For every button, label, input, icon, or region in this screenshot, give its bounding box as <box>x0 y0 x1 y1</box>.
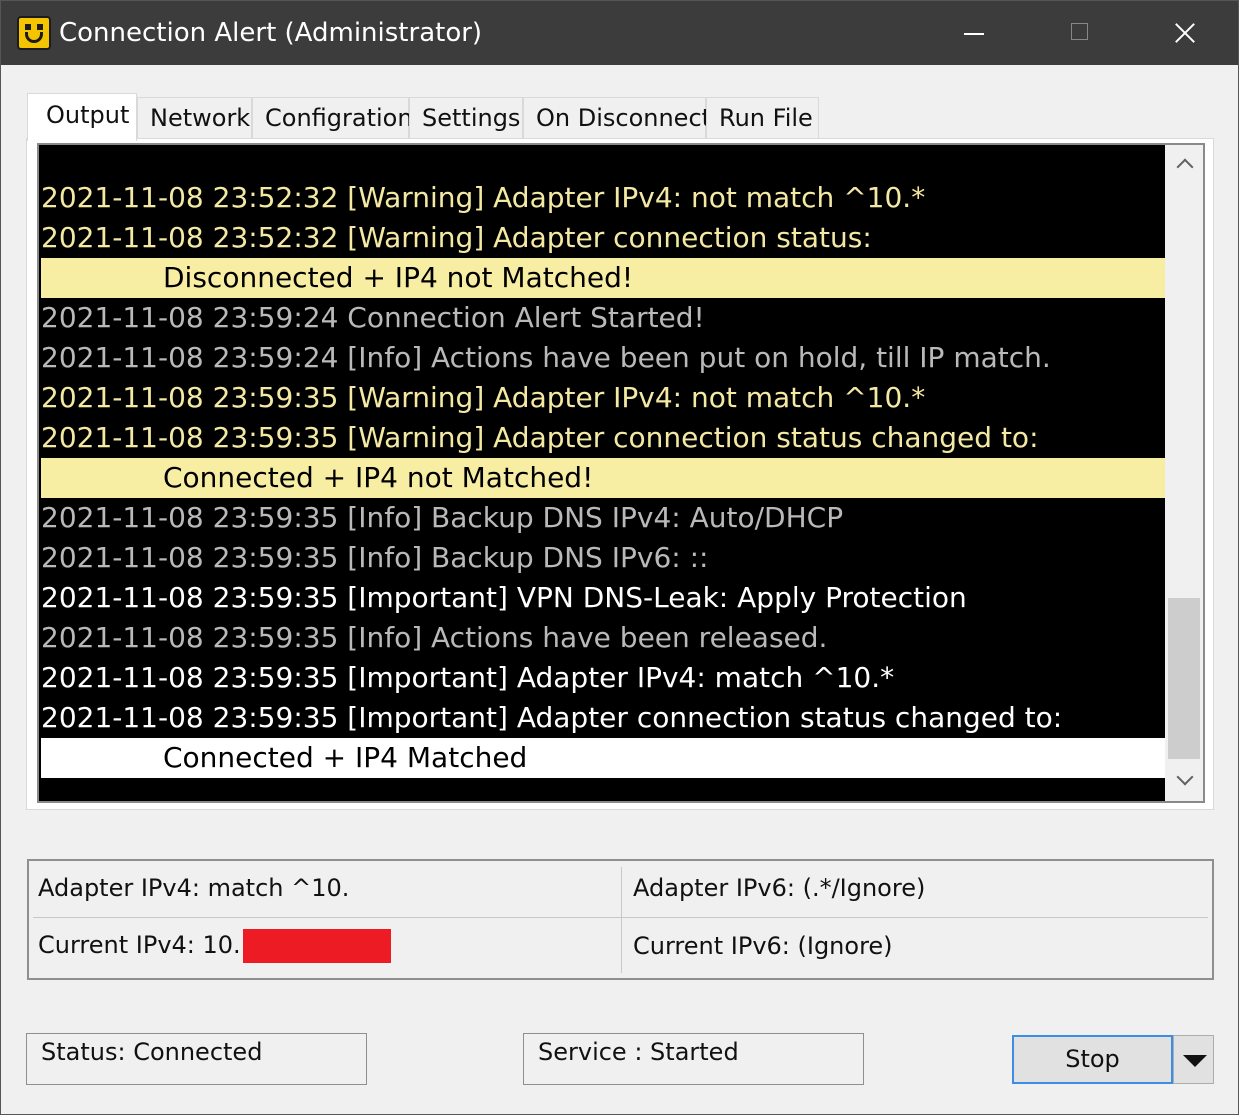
tab-settings[interactable]: Settings <box>409 97 523 139</box>
log-line: 2021-11-08 23:59:35 [Warning] Adapter IP… <box>41 381 926 414</box>
minimize-button[interactable] <box>926 1 1022 65</box>
current-ipv4-row: Current IPv4: 10. <box>38 929 391 963</box>
log-line: 2021-11-08 23:52:32 [Warning] Adapter IP… <box>41 181 926 214</box>
vertical-scrollbar[interactable] <box>1165 145 1203 801</box>
ip-info-panel: Adapter IPv4: match ^10. Adapter IPv6: (… <box>27 859 1214 980</box>
log-line: Disconnected + IP4 not Matched! <box>41 258 1165 298</box>
chevron-down-icon <box>1176 768 1194 786</box>
adapter-ipv4-label: Adapter IPv4: match ^10. <box>38 874 350 902</box>
current-ipv6-label: Current IPv6: (Ignore) <box>633 932 893 960</box>
tab-output[interactable]: Output <box>27 93 137 141</box>
close-button[interactable] <box>1137 1 1233 65</box>
chevron-up-icon <box>1176 158 1194 176</box>
window-title: Connection Alert (Administrator) <box>59 18 483 48</box>
scroll-up-button[interactable] <box>1165 145 1203 185</box>
log-lines: 2021-11-08 23:52:32 [Warning] Adapter IP… <box>41 178 1165 778</box>
current-ipv4-label: Current IPv4: 10. <box>38 931 241 959</box>
log-line: 2021-11-08 23:59:35 [Important] Adapter … <box>41 701 1063 734</box>
triangle-down-icon <box>1183 1055 1207 1067</box>
log-line: 2021-11-08 23:59:35 [Important] VPN DNS-… <box>41 581 967 614</box>
log-line: Connected + IP4 not Matched! <box>41 458 1165 498</box>
log-line: 2021-11-08 23:59:35 [Important] Adapter … <box>41 661 895 694</box>
app-window: Connection Alert (Administrator) Output … <box>0 0 1239 1115</box>
title-bar[interactable]: Connection Alert (Administrator) <box>1 1 1238 65</box>
scroll-thumb[interactable] <box>1168 598 1200 759</box>
tab-network[interactable]: Network <box>137 97 252 139</box>
log-line: 2021-11-08 23:59:35 [Info] Actions have … <box>41 621 828 654</box>
ip-divider-vertical <box>621 867 622 973</box>
log-line: Connected + IP4 Matched <box>41 738 1165 778</box>
tab-on-disconnect[interactable]: On Disconnect <box>523 97 711 139</box>
output-log[interactable]: 2021-11-08 23:52:32 [Warning] Adapter IP… <box>37 143 1205 803</box>
log-line: 2021-11-08 23:52:32 [Warning] Adapter co… <box>41 221 872 254</box>
tab-configration[interactable]: Configration <box>252 97 413 139</box>
stop-button[interactable]: Stop <box>1012 1035 1173 1084</box>
log-line: 2021-11-08 23:59:35 [Info] Backup DNS IP… <box>41 501 844 534</box>
connection-status: Status: Connected <box>26 1033 367 1085</box>
maximize-icon <box>1071 23 1088 40</box>
close-icon <box>1175 23 1195 43</box>
log-line: 2021-11-08 23:59:35 [Info] Backup DNS IP… <box>41 541 709 574</box>
scroll-down-button[interactable] <box>1165 761 1203 801</box>
stop-options-dropdown[interactable] <box>1173 1035 1214 1084</box>
adapter-ipv6-label: Adapter IPv6: (.*/Ignore) <box>633 874 926 902</box>
log-line: 2021-11-08 23:59:35 [Warning] Adapter co… <box>41 421 1039 454</box>
log-line: 2021-11-08 23:59:24 Connection Alert Sta… <box>41 301 705 334</box>
tab-run-file[interactable]: Run File <box>706 97 819 139</box>
smiley-app-icon <box>17 16 51 50</box>
minimize-icon <box>964 33 984 35</box>
ip-redaction-box <box>242 929 391 963</box>
log-line: 2021-11-08 23:59:24 [Info] Actions have … <box>41 341 1051 374</box>
service-status: Service : Started <box>523 1033 864 1085</box>
maximize-button[interactable] <box>1031 1 1127 65</box>
